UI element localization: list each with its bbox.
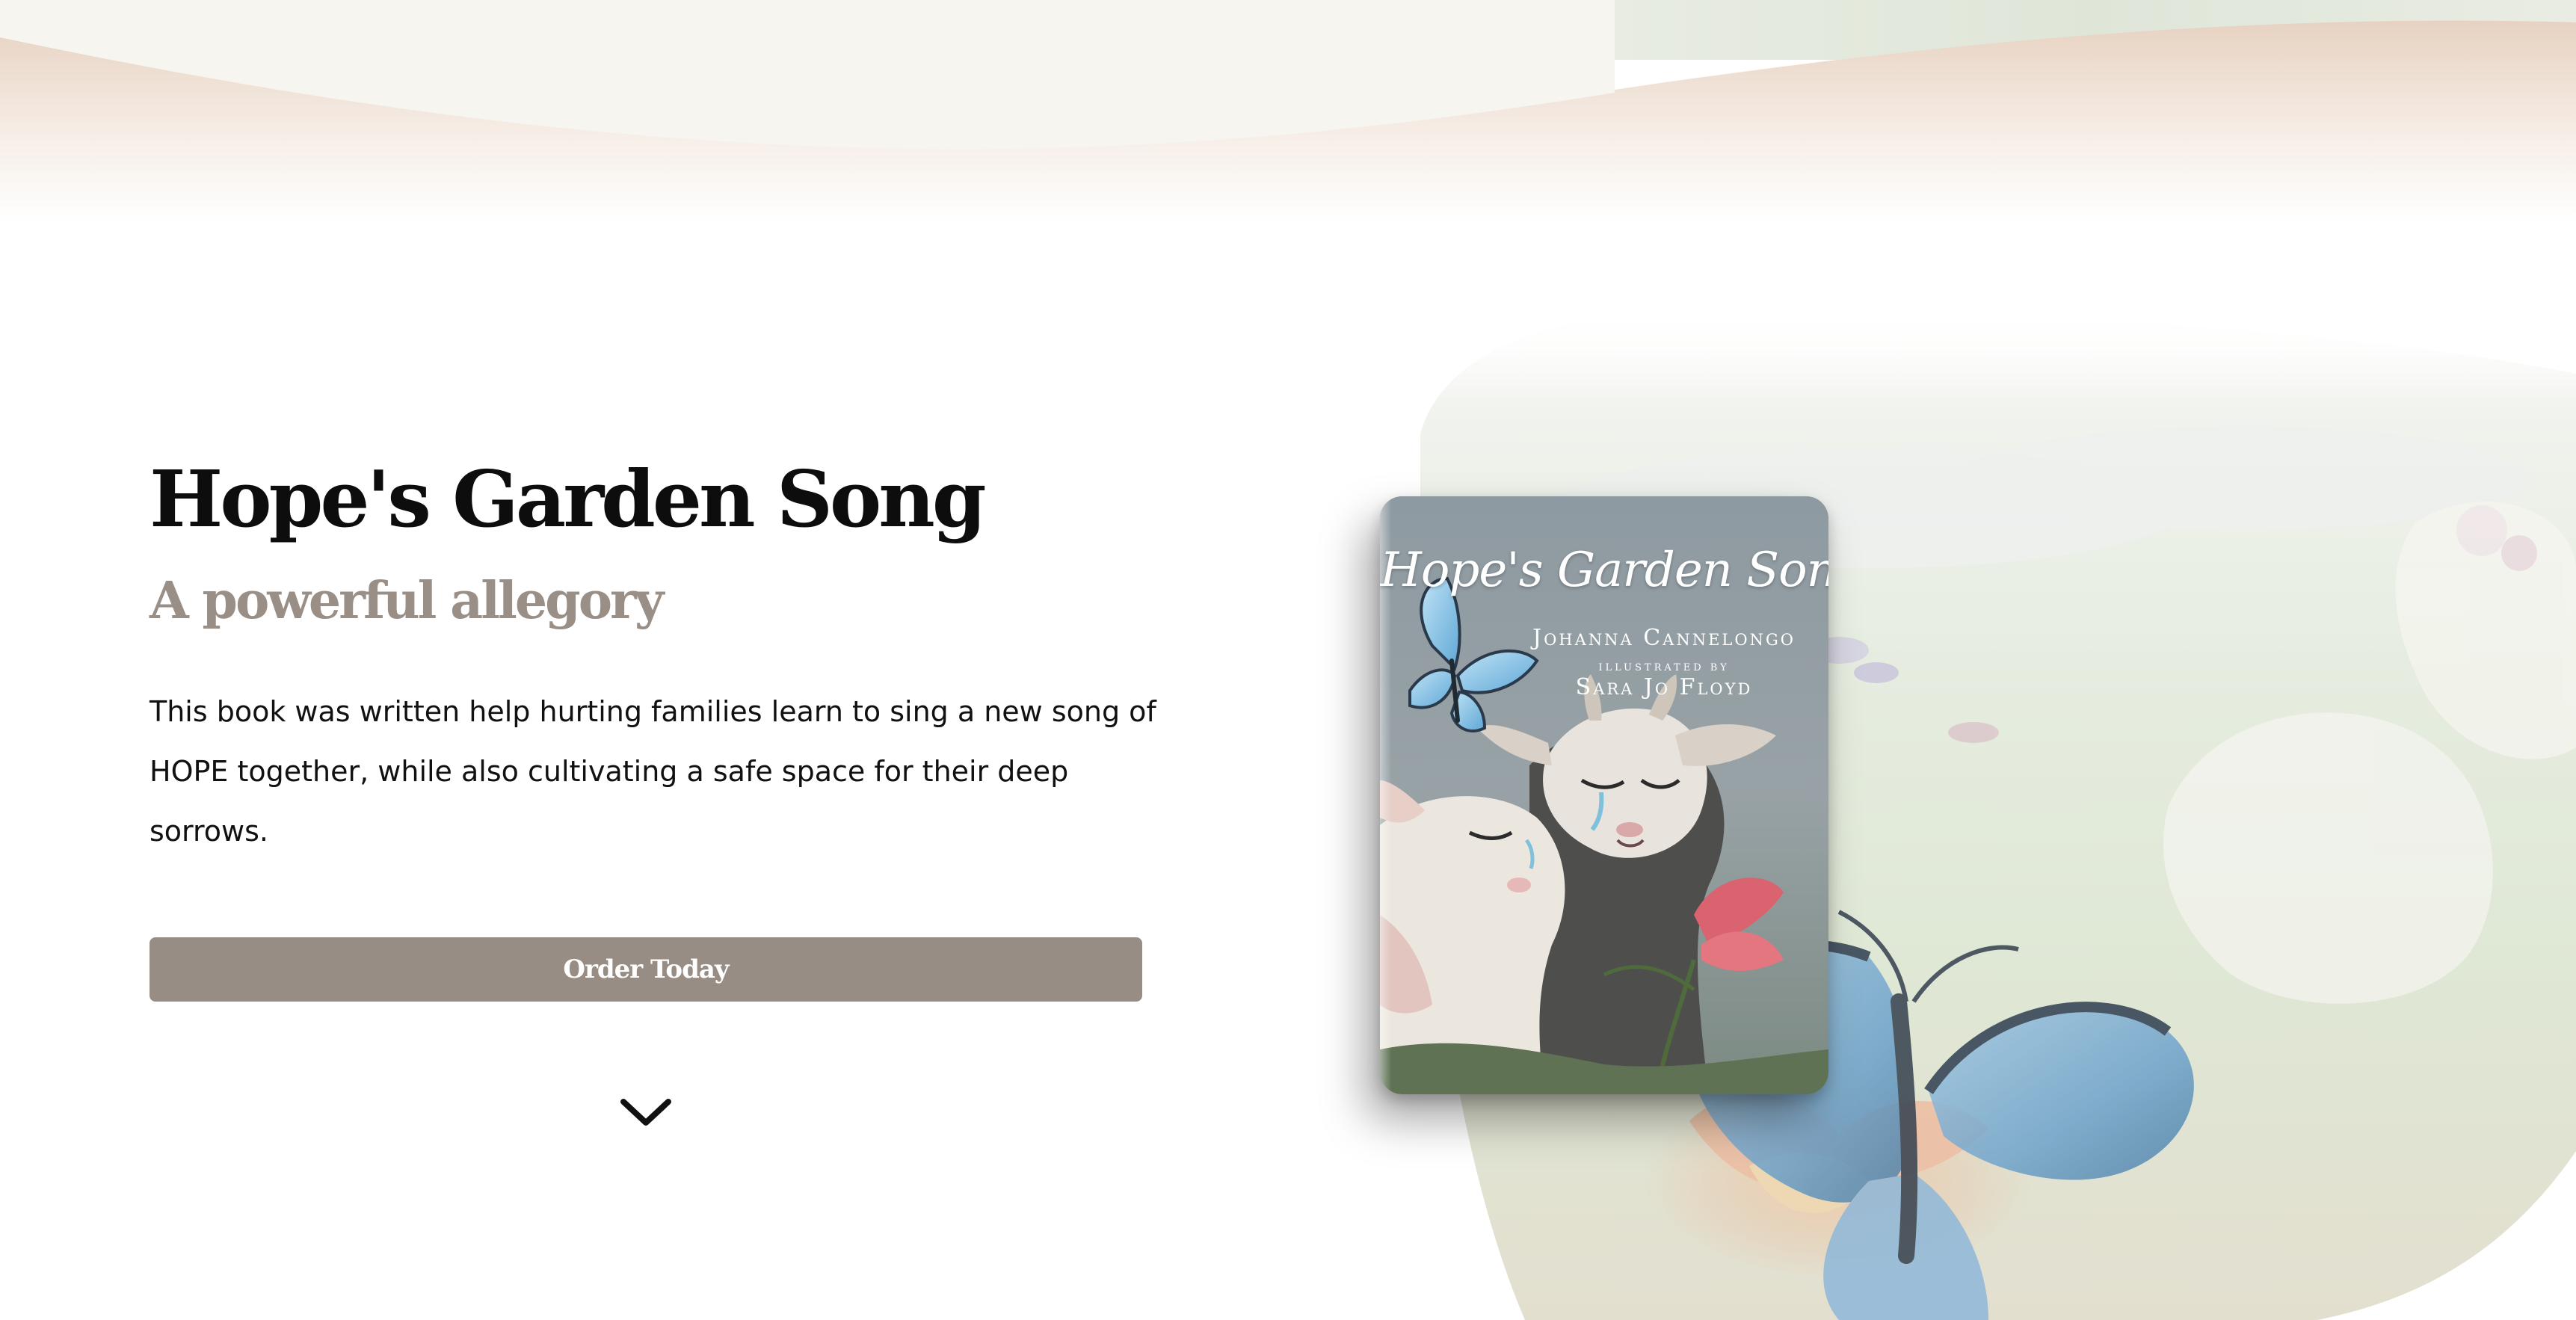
book-cover-title: Hope's Garden Song [1380, 543, 1828, 598]
book-cover-illustrator: Sara Jo Floyd [1575, 674, 1753, 700]
book-cover-image[interactable]: Hope's Garden Song Johanna Cannelongo Il… [1380, 496, 1828, 1094]
chevron-down-icon[interactable] [619, 1096, 673, 1130]
book-cover-illustrated-by: Illustrated by [1598, 662, 1730, 673]
order-today-button[interactable]: Order Today [150, 937, 1142, 1002]
top-decorative-band [0, 0, 2576, 224]
page-title: Hope's Garden Song [150, 453, 987, 545]
page-subtitle: A powerful allegory [150, 571, 664, 631]
page: Hope's Garden Song A powerful allegory T… [0, 0, 2576, 1320]
hero-description: This book was written help hurting famil… [150, 695, 1156, 848]
book-cover-author: Johanna Cannelongo [1532, 625, 1796, 651]
